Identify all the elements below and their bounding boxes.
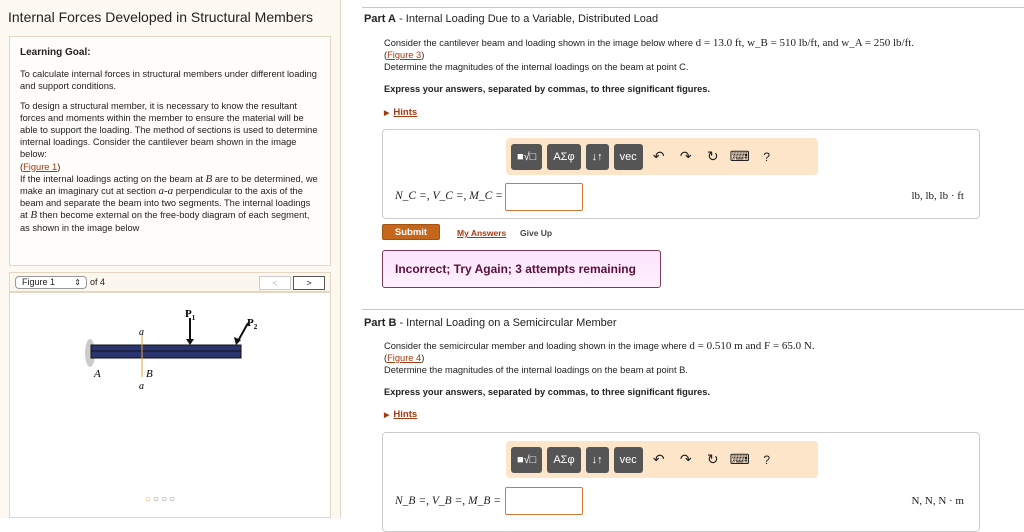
- label-a-bottom: a: [139, 381, 144, 392]
- templates-button[interactable]: ■√□: [511, 143, 543, 170]
- part-a-hints[interactable]: ▶ Hints: [384, 107, 417, 118]
- keyboard-icon[interactable]: ⌨: [729, 148, 751, 165]
- give-up-link[interactable]: Give Up: [520, 228, 552, 238]
- expand-triangle-icon: ▶: [384, 110, 390, 117]
- part-a-body: Consider the cantilever beam and loading…: [384, 37, 1004, 95]
- undo-icon[interactable]: ↶: [648, 451, 670, 468]
- right-panel: Part A - Internal Loading Due to a Varia…: [362, 0, 1024, 532]
- figure-3-link[interactable]: Figure 3: [387, 50, 421, 60]
- reset-icon[interactable]: ↻: [702, 451, 724, 468]
- templates-button[interactable]: ■√□: [511, 446, 543, 473]
- next-figure-button[interactable]: >: [293, 276, 325, 290]
- equation-label: N_B =, V_B =, M_B =: [395, 495, 502, 507]
- reset-icon[interactable]: ↻: [702, 148, 724, 165]
- part-a-heading: Part A - Internal Loading Due to a Varia…: [364, 13, 659, 25]
- units-label: N, N, N · m: [911, 495, 964, 507]
- figure-1-link[interactable]: Figure 1: [23, 162, 57, 172]
- submit-button[interactable]: Submit: [382, 224, 440, 240]
- label-B: B: [146, 368, 153, 380]
- figure-select[interactable]: Figure 1 ⇕: [15, 276, 87, 289]
- expand-triangle-icon: ▶: [384, 412, 390, 419]
- label-A: A: [93, 368, 101, 380]
- learning-goal-box: Learning Goal: To calculate internal for…: [9, 36, 331, 266]
- keyboard-icon[interactable]: ⌨: [729, 451, 751, 468]
- hints-link[interactable]: Hints: [393, 409, 417, 420]
- part-b-answer-box: ■√□ ΑΣφ ↓↑ vec ↶ ↷ ↻ ⌨ ? N_B =, V_B =, M…: [382, 432, 980, 532]
- undo-icon[interactable]: ↶: [648, 148, 670, 165]
- math-aa: a-a: [158, 185, 174, 198]
- instructions: Express your answers, separated by comma…: [384, 387, 711, 397]
- instructions: Express your answers, separated by comma…: [384, 84, 711, 94]
- answer-input[interactable]: [505, 183, 583, 211]
- divider: [362, 309, 1024, 310]
- feedback-message: Incorrect; Try Again; 3 attempts remaini…: [382, 250, 661, 288]
- part-a-answer-box: ■√□ ΑΣφ ↓↑ vec ↶ ↷ ↻ ⌨ ? N_C =, V_C =, M…: [382, 129, 980, 219]
- prev-figure-button[interactable]: <: [259, 276, 291, 290]
- vec-button[interactable]: vec: [613, 446, 643, 473]
- text: then become external on the free-body di…: [20, 210, 310, 233]
- text: If the internal loadings acting on the b…: [20, 173, 206, 184]
- goal-text: To calculate internal forces in structur…: [20, 69, 317, 92]
- p2-label: P2: [247, 317, 258, 331]
- learning-goal-heading: Learning Goal:: [20, 47, 91, 58]
- divider: [362, 7, 1024, 8]
- label-a-top: a: [139, 327, 144, 338]
- part-b-hints[interactable]: ▶ Hints: [384, 409, 417, 420]
- figure-4-link[interactable]: Figure 4: [387, 353, 421, 363]
- part-b-heading: Part B - Internal Loading on a Semicircu…: [364, 317, 617, 329]
- greek-button[interactable]: ΑΣφ: [547, 446, 581, 473]
- part-b-given: d = 0.510 m and F = 65.0 N.: [689, 340, 815, 352]
- intro-text: To design a structural member, it is nec…: [20, 100, 318, 160]
- figure-navigator: Figure 1 ⇕ of 4 < >: [9, 272, 331, 292]
- figure-pager-dots[interactable]: ○○○○: [145, 494, 177, 505]
- help-icon[interactable]: ?: [756, 453, 778, 467]
- my-answers-link[interactable]: My Answers: [457, 228, 506, 238]
- subscript-button[interactable]: ↓↑: [585, 446, 609, 473]
- equation-label: N_C =, V_C =, M_C =: [395, 190, 503, 202]
- units-label: lb, lb, lb · ft: [911, 190, 964, 202]
- cantilever-beam-diagram: P1 P2 a a A B: [85, 308, 258, 392]
- redo-icon[interactable]: ↷: [675, 148, 697, 165]
- page-title: Internal Forces Developed in Structural …: [8, 9, 314, 25]
- answer-input[interactable]: [505, 487, 583, 515]
- figure-image: P1 P2 a a A B: [9, 292, 331, 518]
- select-arrows-icon: ⇕: [74, 278, 81, 287]
- greek-button[interactable]: ΑΣφ: [547, 143, 581, 170]
- math-toolbar: ■√□ ΑΣφ ↓↑ vec ↶ ↷ ↻ ⌨ ?: [506, 138, 818, 175]
- vec-button[interactable]: vec: [613, 143, 643, 170]
- part-b-body: Consider the semicircular member and loa…: [384, 340, 1004, 398]
- figure-count: of 4: [90, 277, 106, 287]
- figure-select-value: Figure 1: [22, 277, 56, 287]
- math-toolbar: ■√□ ΑΣφ ↓↑ vec ↶ ↷ ↻ ⌨ ?: [506, 441, 818, 478]
- part-a-given: d = 13.0 ft, w_B = 510 lb/ft, and w_A = …: [695, 37, 915, 49]
- hints-link[interactable]: Hints: [393, 107, 417, 118]
- help-icon[interactable]: ?: [756, 150, 778, 164]
- redo-icon[interactable]: ↷: [675, 451, 697, 468]
- subscript-button[interactable]: ↓↑: [585, 143, 609, 170]
- p1-label: P1: [185, 308, 196, 322]
- left-panel: Internal Forces Developed in Structural …: [0, 0, 341, 518]
